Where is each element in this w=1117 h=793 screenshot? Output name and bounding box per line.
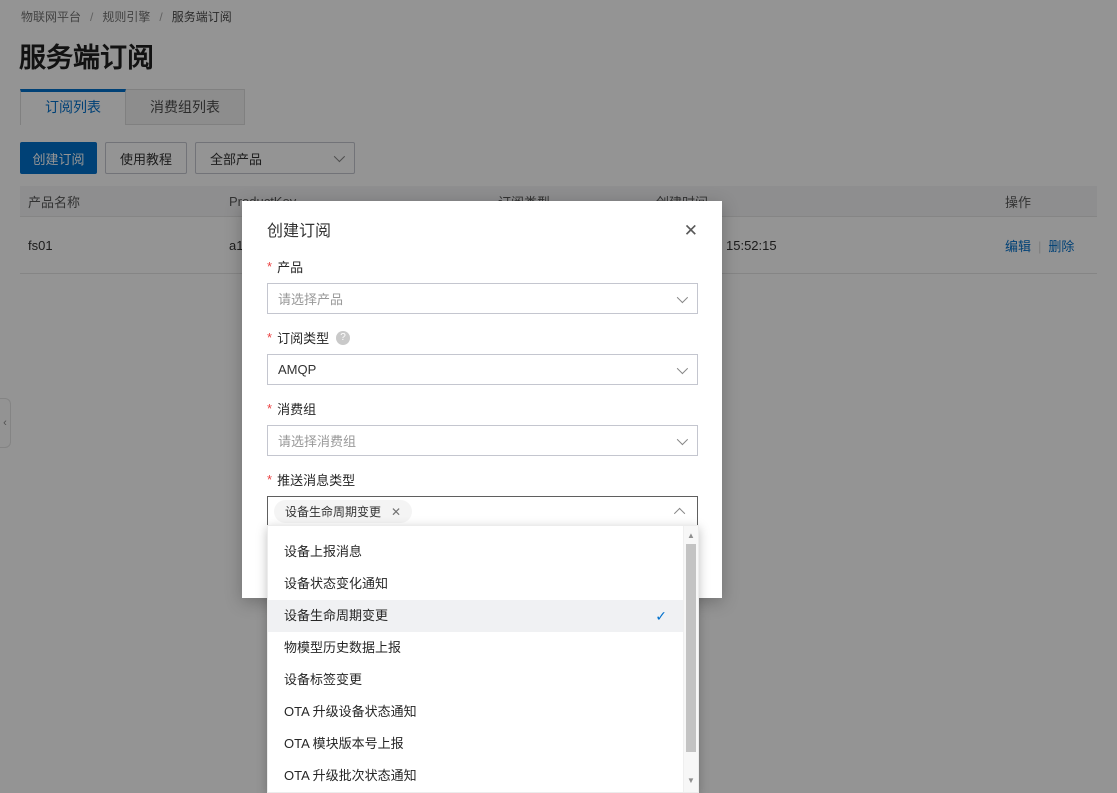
- dialog-header: 创建订阅 ✕: [267, 221, 698, 243]
- field-push-message-type-label: * 推送消息类型: [267, 470, 698, 489]
- field-push-message-type: * 推送消息类型 设备生命周期变更 ✕: [267, 470, 698, 527]
- chevron-up-icon: [674, 507, 685, 518]
- product-select[interactable]: 请选择产品: [267, 283, 698, 314]
- field-consumer-group: * 消费组 请选择消费组: [267, 399, 698, 456]
- message-type-dropdown: 设备上报消息 设备状态变化通知 设备生命周期变更 ✓ 物模型历史数据上报 设备标…: [267, 525, 699, 793]
- dropdown-option-device-report[interactable]: 设备上报消息: [268, 536, 683, 568]
- field-consumer-group-label-text: 消费组: [277, 399, 316, 418]
- required-mark: *: [267, 472, 272, 487]
- option-label: 设备上报消息: [284, 536, 362, 568]
- required-mark: *: [267, 401, 272, 416]
- scroll-up-icon[interactable]: ▲: [684, 528, 698, 543]
- selected-tag-label: 设备生命周期变更: [285, 503, 381, 520]
- field-push-message-type-label-text: 推送消息类型: [277, 470, 355, 489]
- option-label: OTA 模块版本号上报: [284, 728, 404, 760]
- dropdown-option-ota-batch-status[interactable]: OTA 升级批次状态通知: [268, 760, 683, 792]
- create-subscription-dialog: 创建订阅 ✕ * 产品 请选择产品 * 订阅类型 ? AMQP * 消费组 请选…: [242, 201, 722, 598]
- field-subscription-type-label: * 订阅类型 ?: [267, 328, 698, 347]
- product-select-placeholder: 请选择产品: [278, 289, 343, 308]
- option-label: 设备状态变化通知: [284, 568, 388, 600]
- dropdown-option-tag-change[interactable]: 设备标签变更: [268, 664, 683, 696]
- chevron-down-icon: [677, 433, 688, 444]
- push-message-type-multiselect[interactable]: 设备生命周期变更 ✕: [267, 496, 698, 527]
- consumer-group-placeholder: 请选择消费组: [278, 431, 356, 450]
- dropdown-scrollbar[interactable]: ▲ ▼: [683, 526, 698, 792]
- consumer-group-select[interactable]: 请选择消费组: [267, 425, 698, 456]
- dialog-title: 创建订阅: [267, 221, 331, 243]
- chevron-down-icon: [677, 362, 688, 373]
- required-mark: *: [267, 330, 272, 345]
- required-mark: *: [267, 259, 272, 274]
- field-product: * 产品 请选择产品: [267, 257, 698, 314]
- dropdown-option-ota-module-version[interactable]: OTA 模块版本号上报: [268, 728, 683, 760]
- tag-remove-icon[interactable]: ✕: [391, 505, 401, 519]
- dropdown-option-status-change[interactable]: 设备状态变化通知: [268, 568, 683, 600]
- dropdown-option-ota-device-status[interactable]: OTA 升级设备状态通知: [268, 696, 683, 728]
- check-icon: ✓: [655, 600, 667, 632]
- subscription-type-value: AMQP: [278, 362, 316, 377]
- dropdown-option-tsl-history[interactable]: 物模型历史数据上报: [268, 632, 683, 664]
- field-subscription-type-label-text: 订阅类型: [277, 328, 329, 347]
- option-label: OTA 升级设备状态通知: [284, 696, 417, 728]
- field-subscription-type: * 订阅类型 ? AMQP: [267, 328, 698, 385]
- field-consumer-group-label: * 消费组: [267, 399, 698, 418]
- field-product-label-text: 产品: [277, 257, 303, 276]
- scrollbar-thumb[interactable]: [686, 544, 696, 752]
- selected-tag: 设备生命周期变更 ✕: [274, 500, 412, 523]
- chevron-down-icon: [677, 291, 688, 302]
- close-icon[interactable]: ✕: [684, 221, 698, 241]
- help-icon[interactable]: ?: [336, 331, 350, 345]
- option-label: 设备标签变更: [284, 664, 362, 696]
- subscription-type-select[interactable]: AMQP: [267, 354, 698, 385]
- option-label: 物模型历史数据上报: [284, 632, 401, 664]
- field-product-label: * 产品: [267, 257, 698, 276]
- option-label: 设备生命周期变更: [284, 600, 388, 632]
- scroll-down-icon[interactable]: ▼: [684, 773, 698, 788]
- dropdown-option-lifecycle-change[interactable]: 设备生命周期变更 ✓: [268, 600, 683, 632]
- option-label: OTA 升级批次状态通知: [284, 760, 417, 792]
